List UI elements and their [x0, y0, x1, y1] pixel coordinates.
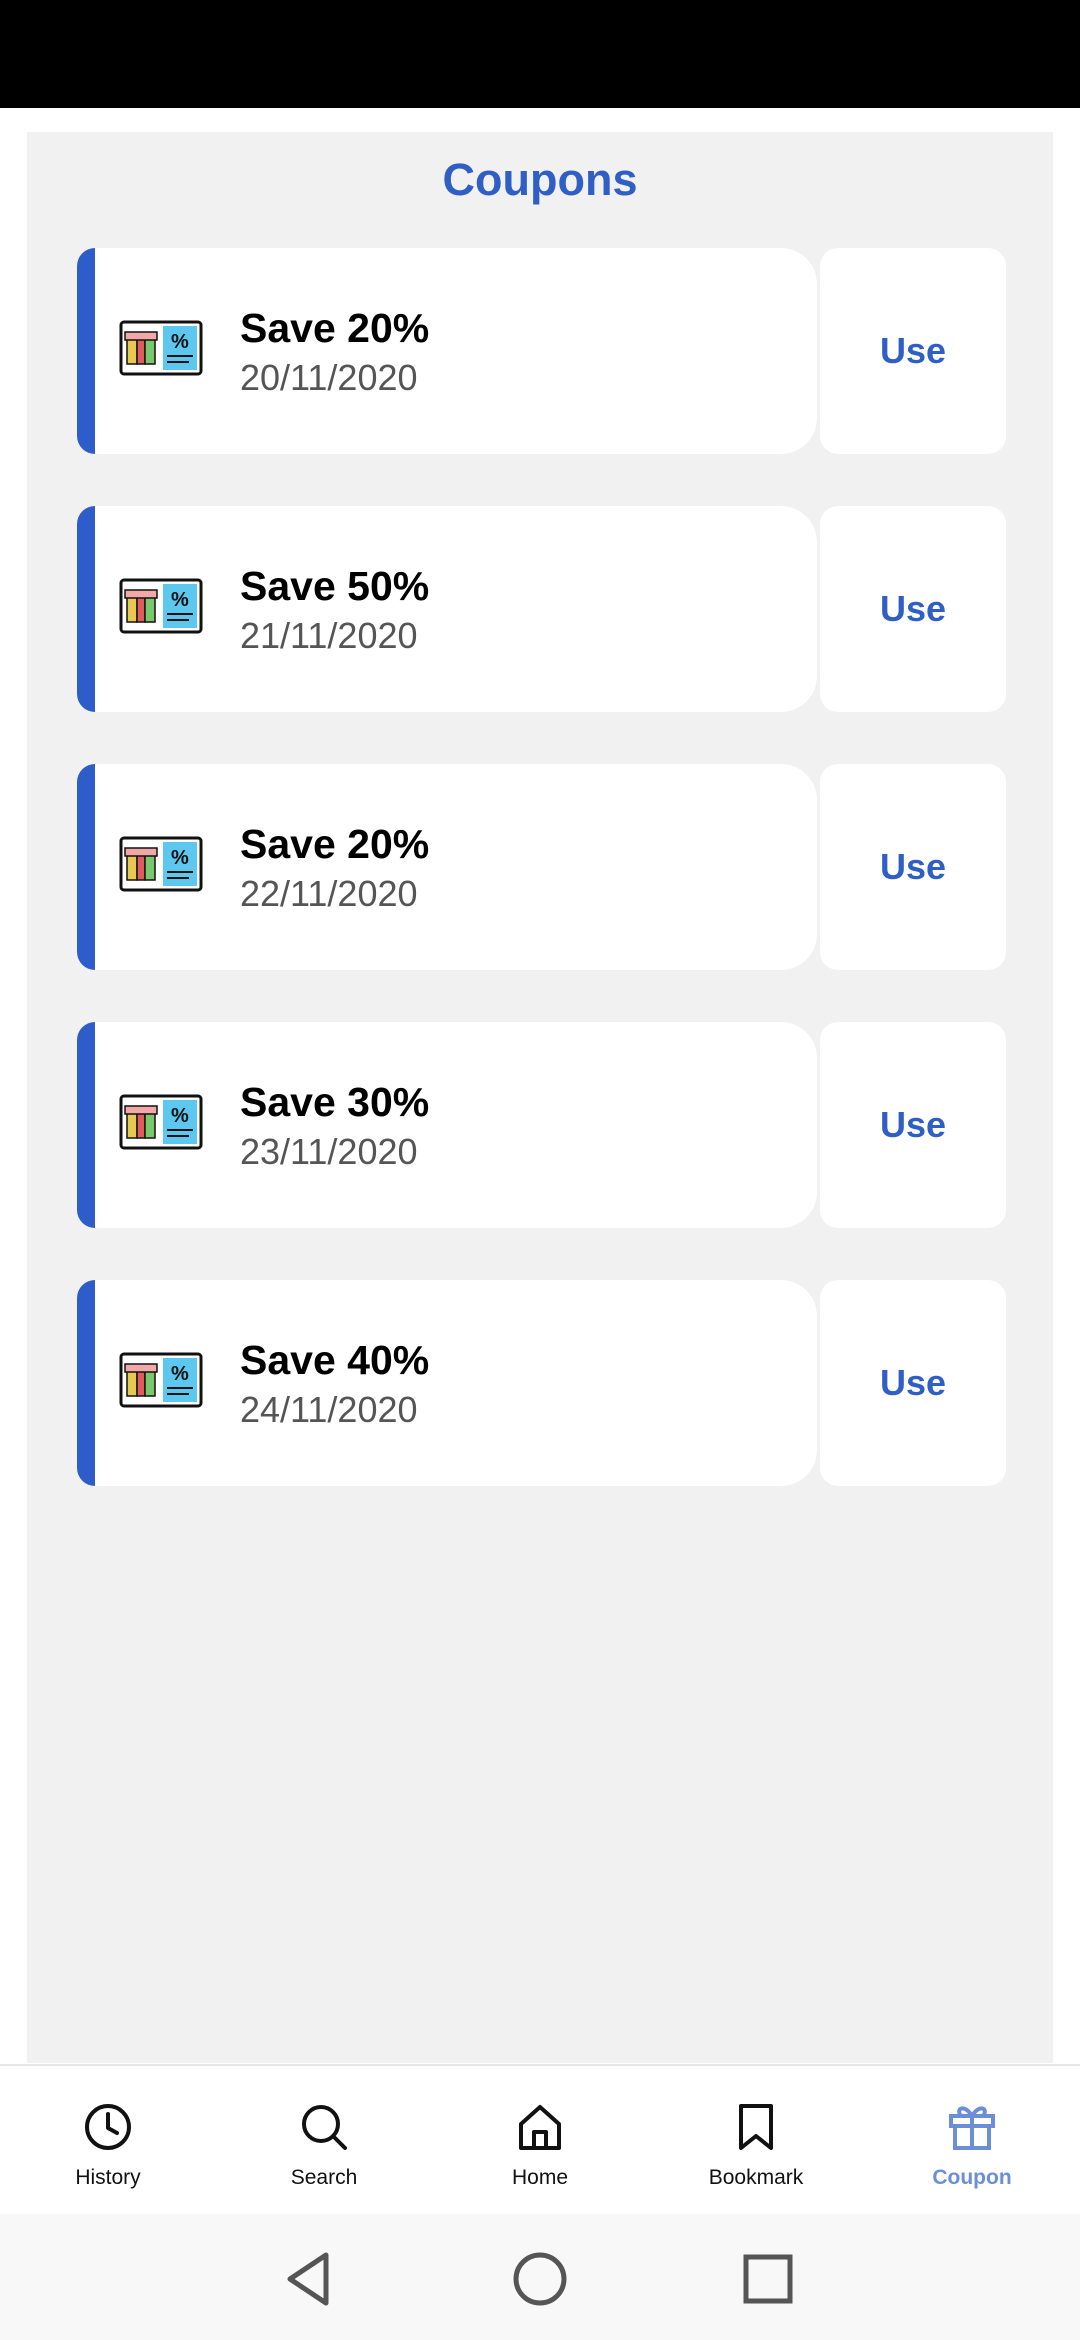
coupon-date: 22/11/2020: [240, 873, 418, 914]
coupon-item: % Save 30% 23/11/2020 Use: [77, 1022, 1006, 1228]
coupon-ticket-icon: %: [119, 1094, 203, 1150]
nav-label: Search: [290, 2166, 358, 2189]
nav-item-coupon[interactable]: Coupon: [864, 2066, 1080, 2216]
coupon-accent-bar: [77, 764, 95, 970]
coupon-card[interactable]: % Save 40% 24/11/2020: [77, 1280, 817, 1486]
svg-text:%: %: [171, 331, 189, 353]
bookmark-icon: [739, 2104, 773, 2150]
use-coupon-button[interactable]: Use: [820, 764, 1006, 970]
coupon-ticket-icon: %: [119, 578, 203, 634]
nav-label: History: [75, 2166, 141, 2189]
coupon-card[interactable]: % Save 50% 21/11/2020: [77, 506, 817, 712]
system-nav-bar: [0, 2214, 1080, 2340]
coupon-title: Save 40%: [240, 1337, 430, 1383]
coupon-accent-bar: [77, 248, 95, 454]
nav-label: Bookmark: [708, 2166, 804, 2189]
nav-label: Coupon: [932, 2166, 1012, 2189]
coupon-item: % Save 20% 20/11/2020 Use: [77, 248, 1006, 454]
clock-icon: [85, 2104, 131, 2150]
coupon-ticket-icon: %: [119, 836, 203, 892]
recents-square-icon[interactable]: [738, 2249, 798, 2309]
svg-text:%: %: [171, 1363, 189, 1385]
page-title: Coupons: [442, 154, 638, 205]
coupon-ticket-icon: %: [119, 320, 203, 376]
coupon-accent-bar: [77, 506, 95, 712]
coupon-item: % Save 20% 22/11/2020 Use: [77, 764, 1006, 970]
coupon-date: 20/11/2020: [240, 357, 418, 398]
use-coupon-button[interactable]: Use: [820, 506, 1006, 712]
coupon-ticket-icon: %: [119, 1352, 203, 1408]
coupon-date: 23/11/2020: [240, 1131, 418, 1172]
coupon-card[interactable]: % Save 30% 23/11/2020: [77, 1022, 817, 1228]
nav-item-search[interactable]: Search: [216, 2066, 432, 2216]
coupon-title: Save 20%: [240, 821, 430, 867]
coupon-card[interactable]: % Save 20% 20/11/2020: [77, 248, 817, 454]
coupon-title: Save 20%: [240, 305, 430, 351]
coupon-item: % Save 50% 21/11/2020 Use: [77, 506, 1006, 712]
use-coupon-button[interactable]: Use: [820, 1022, 1006, 1228]
back-icon[interactable]: [280, 2249, 340, 2309]
bottom-nav: History Search Home Bookmark Coupon: [0, 2064, 1080, 2214]
home-icon: [519, 2105, 561, 2150]
nav-item-home[interactable]: Home: [432, 2066, 648, 2216]
nav-label: Home: [511, 2166, 569, 2189]
svg-text:%: %: [171, 1105, 189, 1127]
nav-item-bookmark[interactable]: Bookmark: [648, 2066, 864, 2216]
search-icon: [302, 2105, 347, 2150]
coupon-accent-bar: [77, 1280, 95, 1486]
svg-text:%: %: [171, 589, 189, 611]
coupon-accent-bar: [77, 1022, 95, 1228]
coupon-title: Save 50%: [240, 563, 430, 609]
coupon-item: % Save 40% 24/11/2020 Use: [77, 1280, 1006, 1486]
use-coupon-button[interactable]: Use: [820, 248, 1006, 454]
coupon-card[interactable]: % Save 20% 22/11/2020: [77, 764, 817, 970]
use-coupon-button[interactable]: Use: [820, 1280, 1006, 1486]
gift-icon: [949, 2106, 995, 2150]
nav-item-history[interactable]: History: [0, 2066, 216, 2216]
svg-text:%: %: [171, 847, 189, 869]
home-circle-icon[interactable]: [510, 2249, 570, 2309]
coupon-date: 24/11/2020: [240, 1389, 418, 1430]
coupon-title: Save 30%: [240, 1079, 430, 1125]
status-bar: [0, 0, 1080, 108]
coupon-date: 21/11/2020: [240, 615, 418, 656]
